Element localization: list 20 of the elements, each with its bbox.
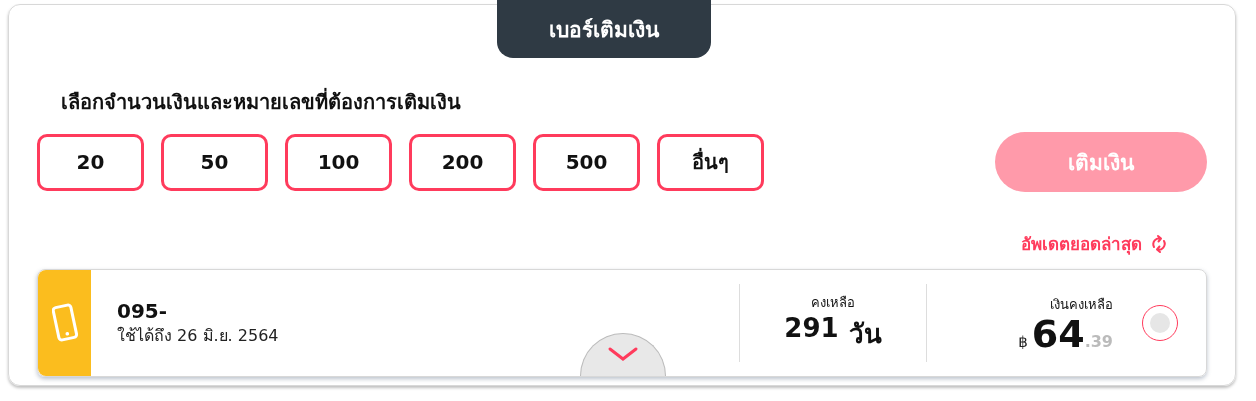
- section-heading: เลือกจำนวนเงินและหมายเลขที่ต้องการเติมเงิน: [61, 87, 462, 116]
- balance-decimal: .39: [1084, 331, 1113, 351]
- amount-button[interactable]: 50: [161, 133, 268, 191]
- refresh-icon[interactable]: [1150, 233, 1168, 254]
- days-label: คงเหลือ: [811, 294, 855, 312]
- amount-button[interactable]: 500: [533, 133, 640, 191]
- number-card[interactable]: 095- ใช้ได้ถึง 26 มิ.ย. 2564 คงเหลือ 291 วัน เงินคงเหลือ ฿64.39: [37, 269, 1207, 377]
- amount-button[interactable]: 20: [37, 133, 144, 191]
- amount-button[interactable]: อื่นๆ: [657, 133, 764, 191]
- amount-button[interactable]: 100: [285, 133, 392, 191]
- chevron-down-icon: [607, 346, 639, 362]
- currency-symbol: ฿: [1018, 332, 1028, 351]
- days-value: 291: [784, 313, 839, 345]
- phone-icon: [51, 302, 78, 344]
- phone-number: 095-: [117, 298, 169, 323]
- amount-button[interactable]: 200: [409, 133, 516, 191]
- balance-label: เงินคงเหลือ: [1050, 295, 1113, 314]
- balance-amount: 64: [1031, 314, 1085, 353]
- days-unit: วัน: [848, 318, 882, 351]
- expiry-date: ใช้ได้ถึง 26 มิ.ย. 2564: [117, 324, 280, 347]
